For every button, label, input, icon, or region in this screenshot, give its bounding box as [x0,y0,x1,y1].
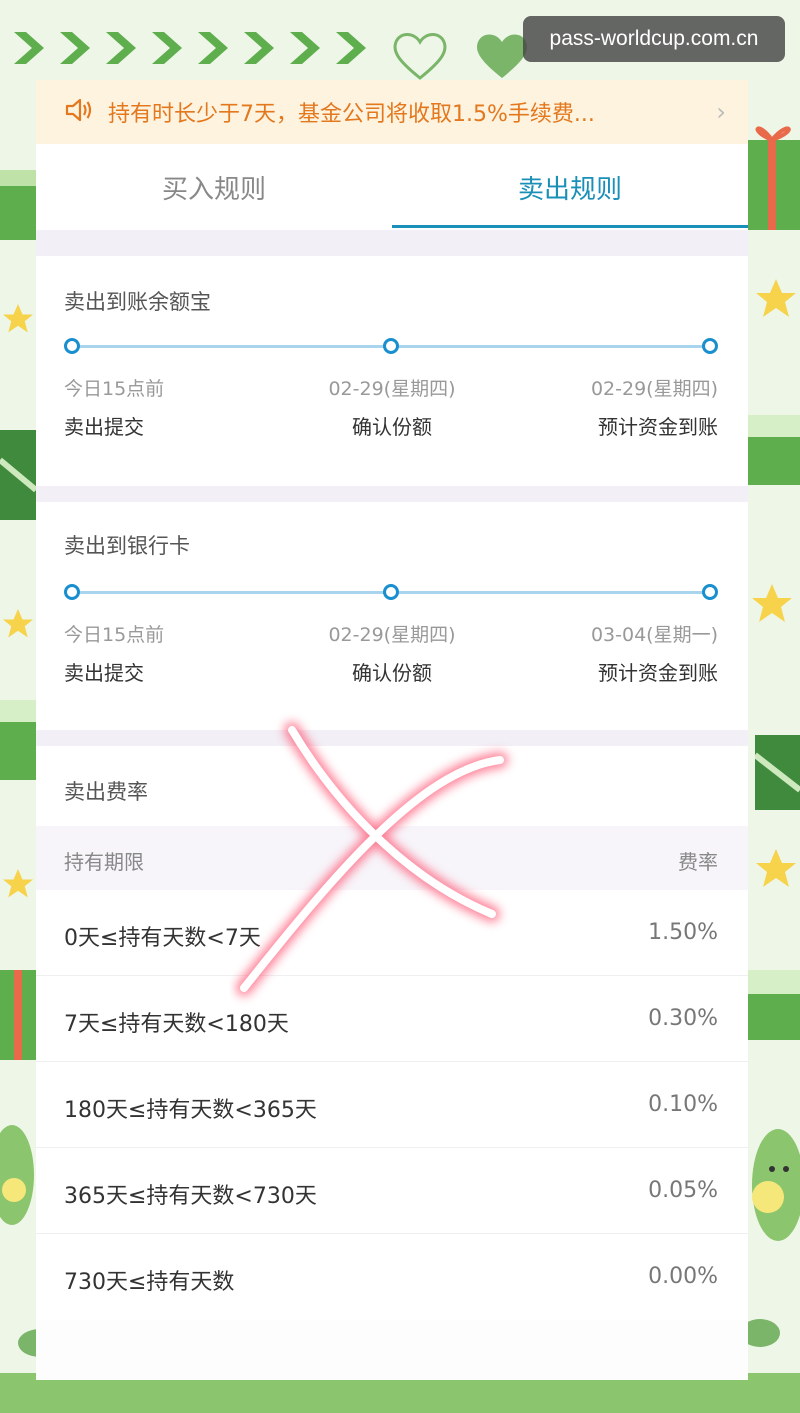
timeline-dot [64,584,80,600]
timeline-step: 02-29(星期四) 预计资金到账 [591,374,718,440]
table-row: 180天≤持有天数<365天 0.10% [36,1062,748,1148]
section-divider [36,486,748,502]
star-icon [3,304,33,333]
column-header-rate: 费率 [678,850,718,874]
pea-mascot-icon [0,1125,34,1225]
holding-period: 365天≤持有天数<730天 [64,1184,317,1209]
cross-mark-icon [236,722,508,996]
tab-buy-rules[interactable]: 买入规则 [36,144,392,230]
step-label: 卖出提交 [64,661,144,685]
gift-icon [0,170,36,240]
chevron-right-icon: › [716,98,726,126]
gift-icon [0,430,36,520]
step-label: 预计资金到账 [598,415,718,439]
step-date: 今日15点前 [64,378,165,400]
timeline-step: 03-04(星期一) 预计资金到账 [591,620,718,686]
speaker-icon [64,95,94,129]
section-title: 卖出到银行卡 [64,534,190,558]
column-header-period: 持有期限 [64,850,144,874]
fee-rate: 1.50% [648,920,718,945]
sell-to-bank-section: 卖出到银行卡 今日15点前 卖出提交 02-29(星期四) 确认份额 03-04… [36,502,748,730]
step-label: 确认份额 [352,661,432,685]
timeline-dot [702,584,718,600]
step-date: 02-29(星期四) [328,378,456,400]
timeline-step: 今日15点前 卖出提交 [64,374,164,440]
holding-period: 7天≤持有天数<180天 [64,1012,289,1037]
timeline-step: 02-29(星期四) 确认份额 [292,374,492,440]
timeline [64,582,718,602]
holding-period: 730天≤持有天数 [64,1270,235,1295]
fee-rate: 0.00% [648,1264,718,1289]
watermark: pass-worldcup.com.cn [523,16,785,62]
section-title: 卖出费率 [64,780,148,804]
star-icon [752,584,792,622]
gift-icon [748,126,800,230]
fee-rate: 0.30% [648,1006,718,1031]
gift-icon [755,735,800,810]
fee-rate: 0.10% [648,1092,718,1117]
section-divider [36,230,748,256]
notice-text: 持有时长少于7天，基金公司将收取1.5%手续费... [108,102,595,127]
gift-icon [0,700,36,780]
star-icon [756,849,796,887]
timeline-dot [383,338,399,354]
step-label: 卖出提交 [64,415,144,439]
gift-icon [0,970,36,1060]
step-label: 预计资金到账 [598,661,718,685]
timeline-step: 02-29(星期四) 确认份额 [292,620,492,686]
chevron-banner [10,28,372,68]
fee-notice-bar[interactable]: 持有时长少于7天，基金公司将收取1.5%手续费... › [36,80,748,144]
step-label: 确认份额 [352,415,432,439]
holding-period: 180天≤持有天数<365天 [64,1098,317,1123]
gift-icon [748,970,800,1040]
tab-sell-rules[interactable]: 卖出规则 [392,144,748,230]
timeline-dot [64,338,80,354]
table-row: 730天≤持有天数 0.00% [36,1234,748,1320]
fee-rate: 0.05% [648,1178,718,1203]
table-row: 365天≤持有天数<730天 0.05% [36,1148,748,1234]
rules-tabs: 买入规则 卖出规则 [36,144,748,230]
star-icon [3,869,33,898]
hearts-decoration [390,30,532,82]
timeline [64,336,718,356]
star-icon [756,279,796,317]
timeline-step: 今日15点前 卖出提交 [64,620,164,686]
step-date: 03-04(星期一) [590,624,718,646]
sell-to-yuebao-section: 卖出到账余额宝 今日15点前 卖出提交 02-29(星期四) 确认份额 02-2… [36,256,748,486]
timeline-dot [383,584,399,600]
section-title: 卖出到账余额宝 [64,290,211,314]
timeline-dot [702,338,718,354]
step-date: 02-29(星期四) [590,378,718,400]
gift-icon [748,415,800,485]
step-date: 今日15点前 [64,624,165,646]
pea-mascot-icon [752,1129,800,1241]
step-date: 02-29(星期四) [328,624,456,646]
star-icon [3,609,33,638]
